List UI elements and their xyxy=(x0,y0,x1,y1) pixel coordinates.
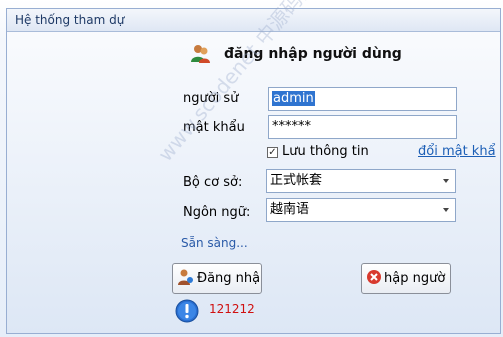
chevron-down-icon xyxy=(443,208,449,212)
panel-title: Hệ thống tham dự xyxy=(15,13,125,27)
remember-checkbox[interactable]: ✓ xyxy=(267,147,278,158)
change-password-link[interactable]: đổi mật khẩ xyxy=(418,144,496,159)
users-icon xyxy=(190,42,212,67)
user-login-icon xyxy=(177,268,195,290)
username-label: người sử xyxy=(183,91,239,106)
password-label: mật khẩu xyxy=(183,120,245,135)
info-icon xyxy=(175,299,199,326)
login-button-label: Đăng nhập xyxy=(197,271,262,286)
password-input[interactable]: ****** xyxy=(268,115,457,139)
exit-button[interactable]: hập ngườ xyxy=(361,263,451,294)
account-set-label: Bộ cơ sở: xyxy=(183,175,243,190)
language-label: Ngôn ngữ: xyxy=(183,205,251,220)
login-button[interactable]: Đăng nhập xyxy=(172,263,262,294)
login-title: đăng nhập người dùng xyxy=(224,46,402,62)
language-select[interactable]: 越南语 xyxy=(266,198,456,222)
language-value: 越南语 xyxy=(270,202,310,217)
login-panel: Hệ thống tham dự đăng nhập người dùng ng… xyxy=(0,0,503,337)
chevron-down-icon xyxy=(443,179,449,183)
account-set-value: 正式帐套 xyxy=(270,173,323,188)
info-message: 121212 xyxy=(209,302,255,316)
account-set-select[interactable]: 正式帐套 xyxy=(266,169,456,193)
panel-header: Hệ thống tham dự xyxy=(7,9,500,32)
login-header: đăng nhập người dùng xyxy=(190,42,402,66)
password-value: ****** xyxy=(272,119,311,134)
remember-label: Lưu thông tin xyxy=(282,144,369,159)
exit-button-label: hập ngườ xyxy=(384,271,446,286)
status-text: Sẵn sàng... xyxy=(181,236,248,250)
username-input[interactable]: admin xyxy=(268,87,457,111)
username-value: admin xyxy=(272,91,315,106)
close-circle-icon xyxy=(366,269,382,289)
